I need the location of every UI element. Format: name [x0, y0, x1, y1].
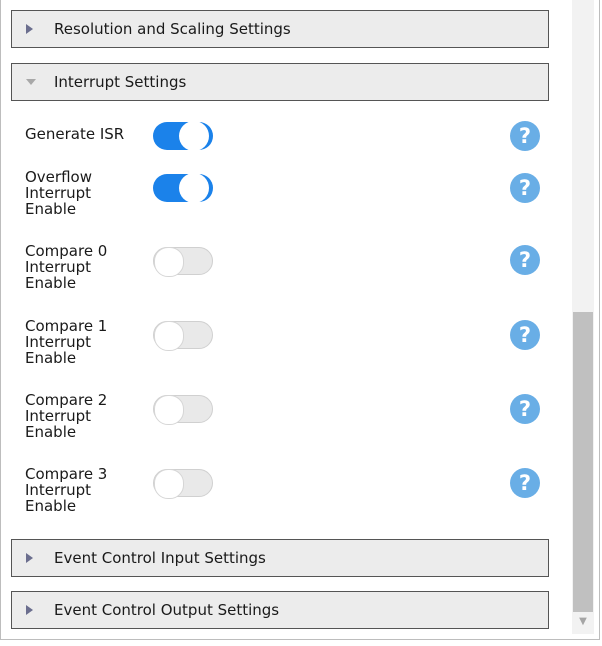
help-icon[interactable]: ?: [510, 320, 540, 350]
help-icon[interactable]: ?: [510, 394, 540, 424]
section-interrupt[interactable]: Interrupt Settings: [11, 63, 549, 101]
caret-right-icon: [26, 553, 33, 563]
label-line: Compare 3: [25, 465, 108, 483]
scroll-down-arrow-icon[interactable]: ▼: [573, 614, 593, 630]
section-label: Resolution and Scaling Settings: [54, 20, 291, 38]
label-line: Interrupt: [25, 481, 92, 499]
label-line: Compare 1: [25, 317, 108, 335]
caret-right-icon: [26, 605, 33, 615]
help-icon[interactable]: ?: [510, 173, 540, 203]
label-line: Enable: [25, 423, 77, 441]
toggle-compare-0-interrupt[interactable]: [153, 247, 213, 277]
toggle-generate-isr[interactable]: [153, 121, 213, 151]
label-line: Interrupt: [25, 407, 92, 425]
row-label-overflow-interrupt: Overflow Interrupt Enable: [25, 169, 135, 217]
label-line: Interrupt: [25, 333, 92, 351]
caret-right-icon: [26, 24, 33, 34]
settings-panel: Resolution and Scaling Settings Interrup…: [0, 0, 600, 640]
help-icon[interactable]: ?: [510, 121, 540, 151]
label-line: Compare 0: [25, 242, 108, 260]
label-line: Generate ISR: [25, 125, 125, 143]
caret-down-icon: [26, 79, 36, 85]
help-icon[interactable]: ?: [510, 468, 540, 498]
row-label-compare-3-interrupt: Compare 3 Interrupt Enable: [25, 466, 135, 514]
section-event-control-input[interactable]: Event Control Input Settings: [11, 539, 549, 577]
label-line: Interrupt: [25, 184, 92, 202]
row-label-generate-isr: Generate ISR: [25, 126, 135, 142]
label-line: Enable: [25, 497, 77, 515]
section-label: Interrupt Settings: [54, 73, 187, 91]
row-label-compare-2-interrupt: Compare 2 Interrupt Enable: [25, 392, 135, 440]
toggle-overflow-interrupt[interactable]: [153, 173, 213, 203]
section-event-control-output[interactable]: Event Control Output Settings: [11, 591, 549, 629]
scrollbar-thumb[interactable]: [573, 312, 593, 612]
section-resolution-scaling[interactable]: Resolution and Scaling Settings: [11, 10, 549, 48]
label-line: Compare 2: [25, 391, 108, 409]
section-label: Event Control Input Settings: [54, 549, 266, 567]
help-icon[interactable]: ?: [510, 245, 540, 275]
row-label-compare-0-interrupt: Compare 0 Interrupt Enable: [25, 243, 135, 291]
toggle-compare-3-interrupt[interactable]: [153, 469, 213, 499]
toggle-compare-2-interrupt[interactable]: [153, 395, 213, 425]
label-line: Overflow: [25, 168, 92, 186]
row-label-compare-1-interrupt: Compare 1 Interrupt Enable: [25, 318, 135, 366]
toggle-compare-1-interrupt[interactable]: [153, 321, 213, 351]
label-line: Interrupt: [25, 258, 92, 276]
label-line: Enable: [25, 200, 77, 218]
section-label: Event Control Output Settings: [54, 601, 280, 619]
label-line: Enable: [25, 349, 77, 367]
label-line: Enable: [25, 274, 77, 292]
